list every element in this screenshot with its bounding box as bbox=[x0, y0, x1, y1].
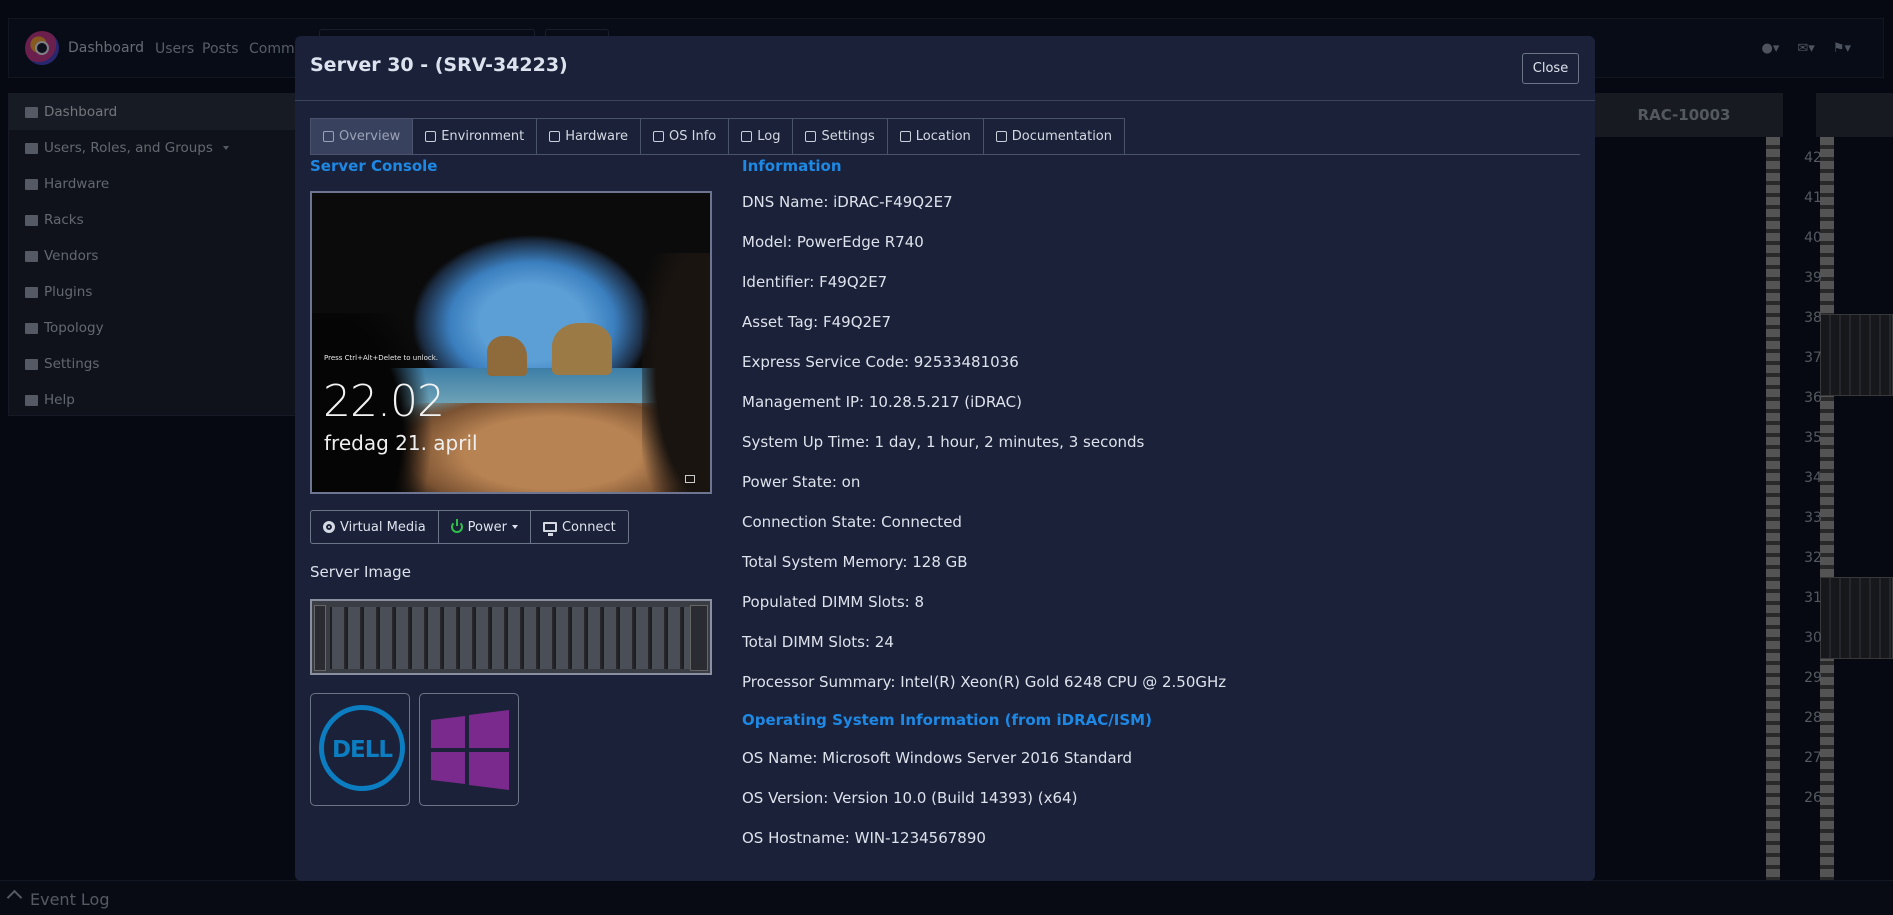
lock-screen-date: fredag 21. april bbox=[324, 431, 478, 455]
info-line: Total System Memory: 128 GB bbox=[742, 553, 968, 571]
info-line: System Up Time: 1 day, 1 hour, 2 minutes… bbox=[742, 433, 1145, 451]
power-icon bbox=[450, 519, 463, 533]
tab-documentation[interactable]: Documentation bbox=[982, 118, 1125, 155]
disc-icon bbox=[323, 521, 335, 533]
windows-icon bbox=[653, 131, 664, 142]
server-console-screen[interactable]: Press Ctrl+Alt+Delete to unlock. 22.02 f… bbox=[310, 191, 712, 494]
info-line: Power State: on bbox=[742, 473, 861, 491]
info-line: Identifier: F49Q2E7 bbox=[742, 273, 888, 291]
thermometer-icon bbox=[425, 131, 437, 142]
power-dropdown-button[interactable]: Power bbox=[437, 510, 530, 544]
dell-logo: DELL bbox=[310, 693, 410, 806]
close-button[interactable]: Close bbox=[1522, 53, 1579, 84]
tabs-underline bbox=[310, 154, 1580, 155]
tab-environment[interactable]: Environment bbox=[412, 118, 537, 155]
info-line: Total DIMM Slots: 24 bbox=[742, 633, 894, 651]
server-drive-bays bbox=[330, 607, 690, 669]
tab-hardware[interactable]: Hardware bbox=[536, 118, 640, 155]
os-information-heading: Operating System Information (from iDRAC… bbox=[742, 711, 1152, 729]
server-ear-right bbox=[690, 605, 708, 671]
tab-overview[interactable]: Overview bbox=[310, 118, 413, 155]
console-wallpaper-cave bbox=[642, 253, 710, 492]
modal-tabs: Overview Environment Hardware OS Info Lo… bbox=[310, 118, 1125, 155]
console-wallpaper-rock bbox=[552, 323, 612, 375]
modal-divider bbox=[295, 100, 1595, 101]
os-info-line: OS Name: Microsoft Windows Server 2016 S… bbox=[742, 749, 1133, 767]
info-line: Management IP: 10.28.5.217 (iDRAC) bbox=[742, 393, 1022, 411]
os-info-line: OS Version: Version 10.0 (Build 14393) (… bbox=[742, 789, 1078, 807]
tab-location[interactable]: Location bbox=[886, 118, 983, 155]
tab-settings[interactable]: Settings bbox=[792, 118, 887, 155]
map-marker-icon bbox=[899, 131, 911, 142]
info-line: Processor Summary: Intel(R) Xeon(R) Gold… bbox=[742, 673, 1227, 691]
server-details-modal: Server 30 - (SRV-34223) Close Overview E… bbox=[295, 36, 1595, 881]
info-line: Model: PowerEdge R740 bbox=[742, 233, 924, 251]
file-icon bbox=[995, 131, 1007, 142]
console-button-group: Virtual Media Power Connect bbox=[310, 510, 629, 544]
server-image-label: Server Image bbox=[310, 563, 411, 581]
list-icon bbox=[741, 131, 753, 142]
virtual-media-button[interactable]: Virtual Media bbox=[310, 510, 438, 544]
os-info-line: OS Hostname: WIN-1234567890 bbox=[742, 829, 986, 847]
modal-title: Server 30 - (SRV-34223) bbox=[310, 54, 568, 76]
information-heading: Information bbox=[742, 157, 842, 175]
caret-down-icon bbox=[511, 525, 518, 529]
lock-screen-hint: Press Ctrl+Alt+Delete to unlock. bbox=[324, 354, 439, 362]
tab-os-info[interactable]: OS Info bbox=[640, 118, 729, 155]
dell-logo-text: DELL bbox=[331, 737, 393, 763]
windows-logo bbox=[419, 693, 519, 806]
info-line: DNS Name: iDRAC-F49Q2E7 bbox=[742, 193, 953, 211]
info-line: Connection State: Connected bbox=[742, 513, 962, 531]
server-ear-left bbox=[314, 605, 326, 671]
tab-log[interactable]: Log bbox=[728, 118, 793, 155]
lock-screen-time: 22.02 bbox=[323, 376, 445, 427]
microchip-icon bbox=[549, 131, 561, 142]
dell-logo-ring: DELL bbox=[319, 705, 405, 791]
home-icon bbox=[323, 131, 334, 142]
windows-logo-icon bbox=[431, 710, 509, 790]
server-console-heading: Server Console bbox=[310, 157, 438, 175]
accessibility-icon bbox=[685, 475, 695, 483]
info-line: Express Service Code: 92533481036 bbox=[742, 353, 1019, 371]
server-front-image bbox=[310, 599, 712, 675]
sliders-icon bbox=[805, 131, 817, 142]
monitor-icon bbox=[542, 522, 557, 536]
info-line: Populated DIMM Slots: 8 bbox=[742, 593, 925, 611]
console-wallpaper-rock bbox=[487, 336, 527, 376]
connect-button[interactable]: Connect bbox=[529, 510, 629, 544]
info-line: Asset Tag: F49Q2E7 bbox=[742, 313, 892, 331]
